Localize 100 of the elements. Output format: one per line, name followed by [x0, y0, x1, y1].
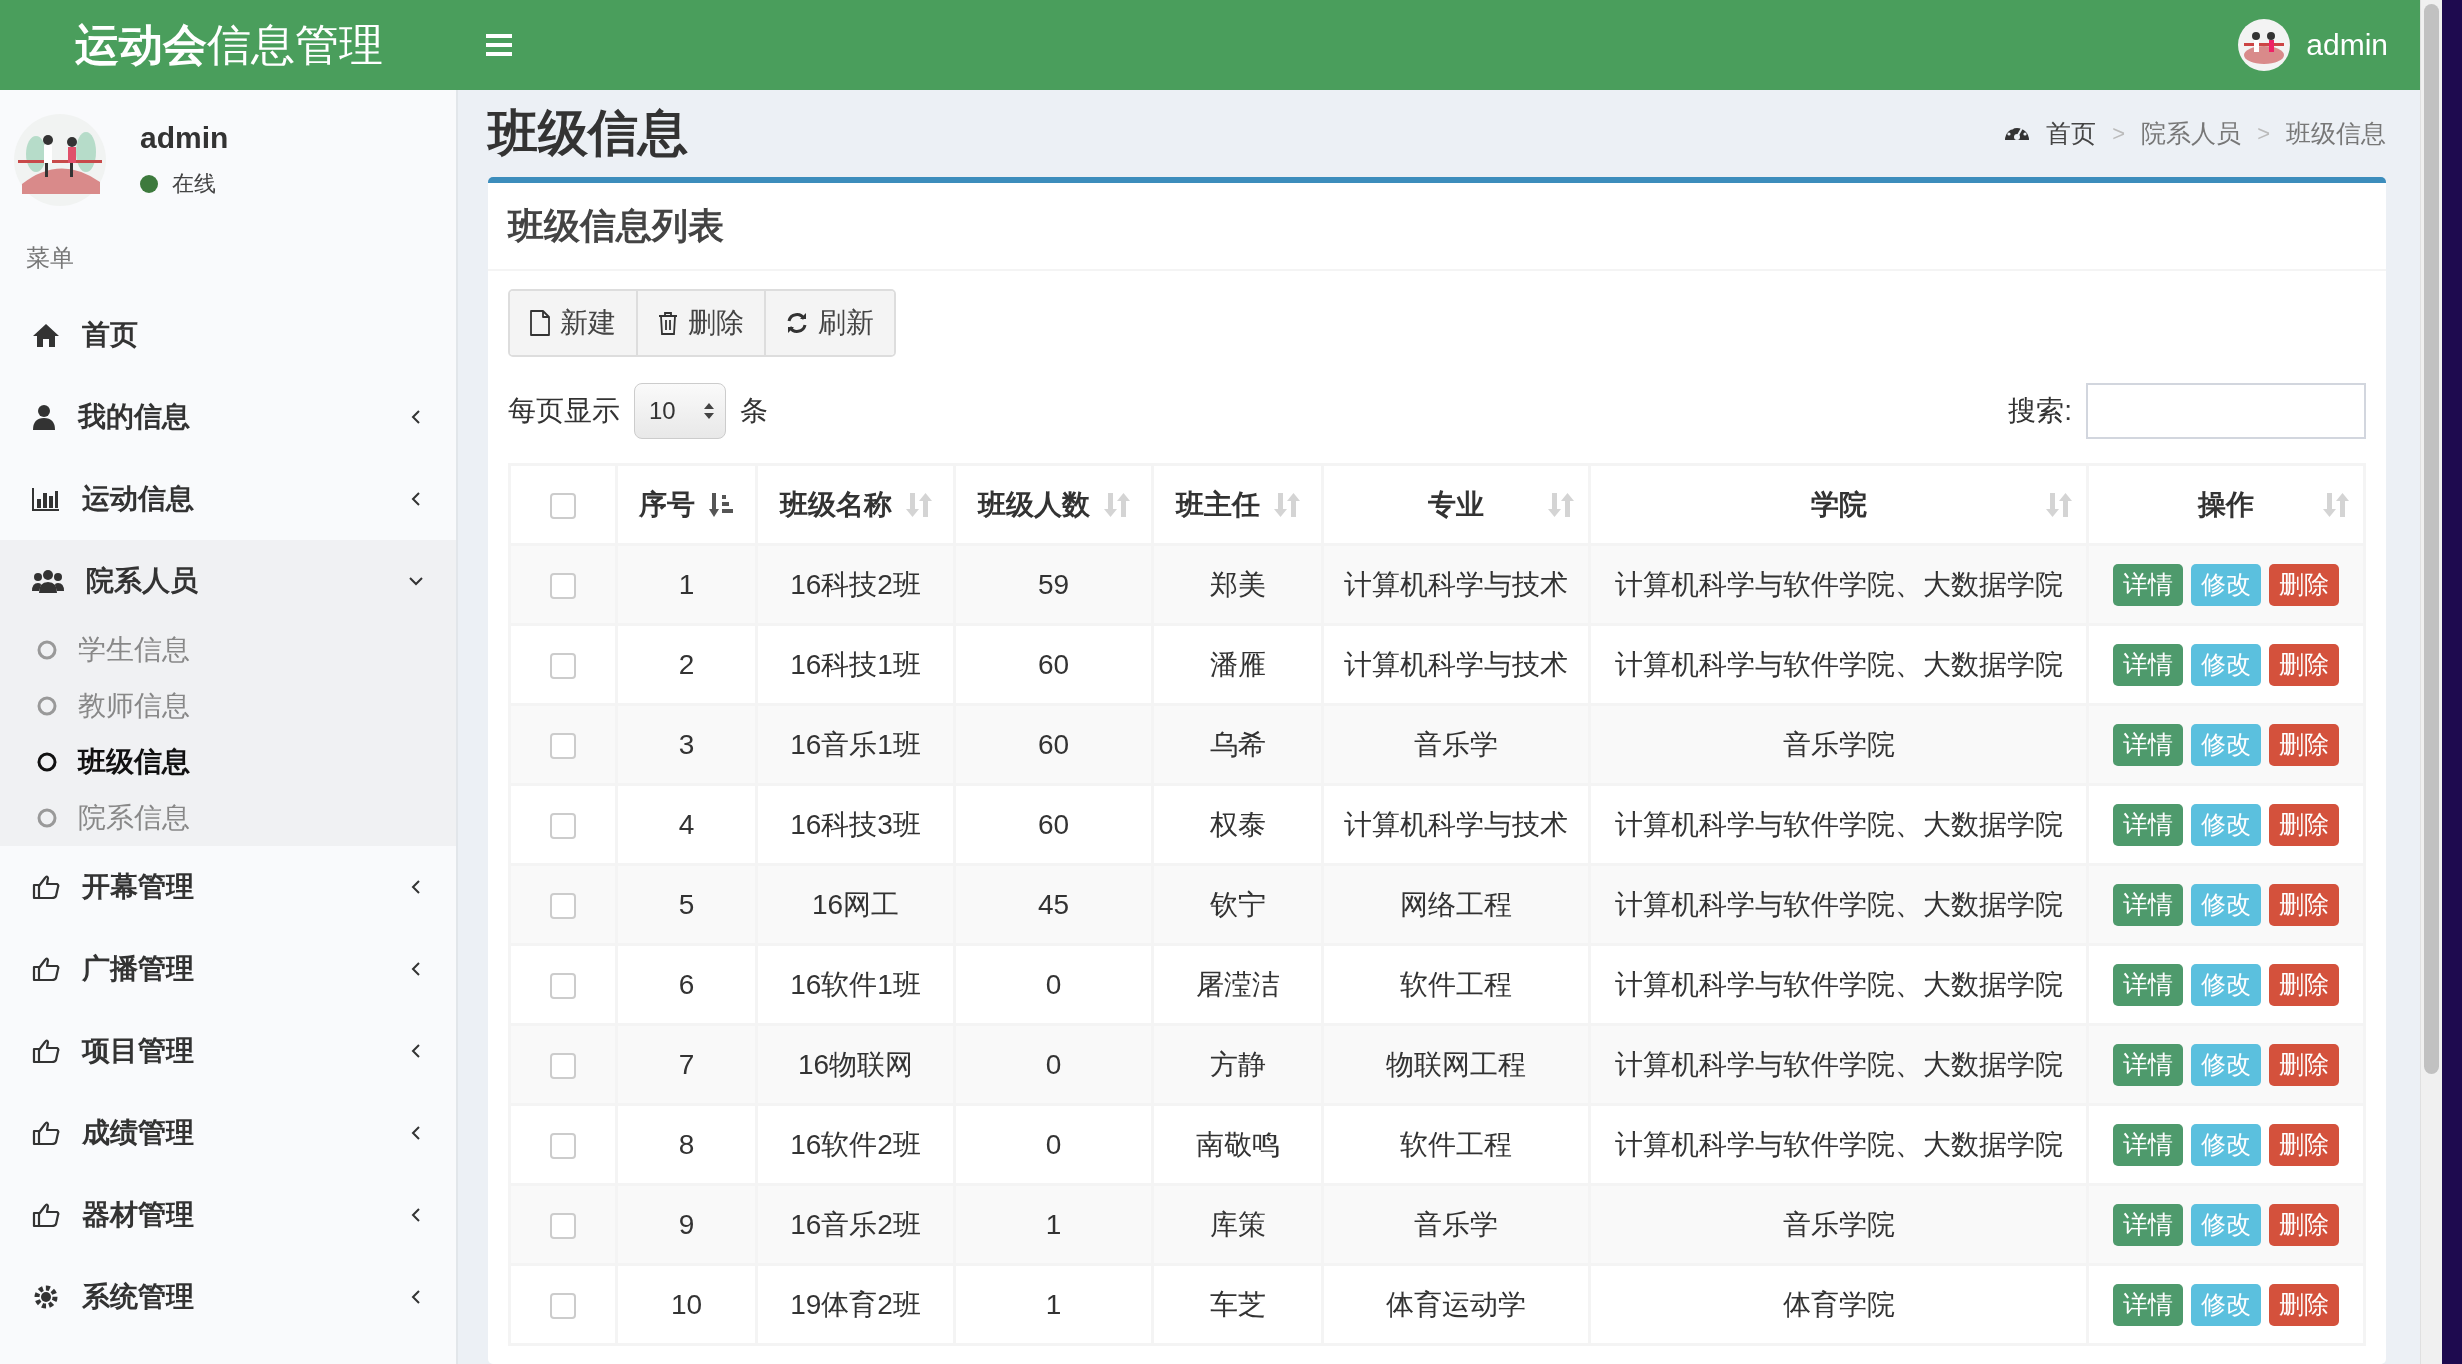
delete-button[interactable]: 删除 [2269, 563, 2339, 606]
page-size-select[interactable]: 10 [634, 383, 726, 439]
search-field[interactable] [2086, 383, 2366, 439]
delete-button[interactable]: 删除 [638, 291, 766, 355]
delete-button[interactable]: 删除 [2269, 803, 2339, 846]
sidebar-item[interactable]: 运动信息 [0, 458, 456, 540]
breadcrumb-item[interactable]: 院系人员 [2141, 117, 2242, 150]
submenu-item[interactable]: 教师信息 [0, 678, 456, 734]
detail-button[interactable]: 详情 [2113, 563, 2183, 606]
row-checkbox[interactable] [550, 653, 576, 680]
delete-button[interactable]: 删除 [2269, 963, 2339, 1006]
teacher-cell: 郑美 [1152, 544, 1323, 625]
edit-button[interactable]: 修改 [2191, 1283, 2261, 1326]
edit-button[interactable]: 修改 [2191, 643, 2261, 686]
refresh-button[interactable]: 刷新 [766, 291, 894, 355]
major-cell: 网络工程 [1322, 864, 1590, 945]
teacher-cell: 库策 [1152, 1184, 1323, 1265]
menu-header: 菜单 [25, 243, 75, 273]
row-checkbox[interactable] [550, 893, 576, 920]
scrollbar-thumb[interactable] [2424, 4, 2439, 1074]
sidebar-item[interactable]: 开幕管理 [0, 846, 456, 928]
college-cell: 计算机科学与软件学院、大数据学院 [1589, 1024, 2088, 1105]
scrollbar[interactable] [2420, 0, 2442, 1364]
breadcrumb-separator: > [2257, 120, 2270, 147]
count-cell: 45 [954, 864, 1153, 945]
row-checkbox[interactable] [550, 1213, 576, 1240]
sidebar-item[interactable]: 首页 [0, 294, 456, 376]
detail-button[interactable]: 详情 [2113, 1123, 2183, 1166]
row-checkbox[interactable] [550, 733, 576, 760]
sidebar-item[interactable]: 器材管理 [0, 1174, 456, 1256]
count-cell: 1 [954, 1184, 1153, 1265]
row-checkbox[interactable] [550, 973, 576, 1000]
row-checkbox[interactable] [550, 1133, 576, 1160]
delete-button[interactable]: 删除 [2269, 1283, 2339, 1326]
edit-button[interactable]: 修改 [2191, 563, 2261, 606]
column-header[interactable]: 学院 [1589, 464, 2088, 545]
circle-icon [36, 751, 58, 773]
edit-button[interactable]: 修改 [2191, 1043, 2261, 1086]
edit-button[interactable]: 修改 [2191, 1123, 2261, 1166]
file-icon [530, 310, 550, 336]
column-header[interactable]: 班主任 [1152, 464, 1323, 545]
edit-button[interactable]: 修改 [2191, 803, 2261, 846]
thumbs-up-icon [32, 1202, 60, 1228]
column-header[interactable]: 序号 [616, 464, 757, 545]
count-cell: 0 [954, 1024, 1153, 1105]
class-name-cell: 16音乐1班 [756, 704, 955, 785]
sidebar-item[interactable]: 我的信息 [0, 376, 456, 458]
edit-button[interactable]: 修改 [2191, 1203, 2261, 1246]
status-text: 在线 [172, 170, 216, 198]
detail-button[interactable]: 详情 [2113, 643, 2183, 686]
delete-button[interactable]: 删除 [2269, 1123, 2339, 1166]
app-title: 运动会信息管理 [75, 18, 383, 71]
detail-button[interactable]: 详情 [2113, 803, 2183, 846]
sidebar-item[interactable]: 成绩管理 [0, 1092, 456, 1174]
submenu-item[interactable]: 学生信息 [0, 622, 456, 678]
count-cell: 1 [954, 1264, 1153, 1345]
edit-button[interactable]: 修改 [2191, 723, 2261, 766]
bar-chart-icon [32, 487, 60, 511]
sidebar-item[interactable]: 项目管理 [0, 1010, 456, 1092]
thumbs-up-icon [32, 1038, 60, 1064]
sidebar-item[interactable]: 院系人员 [0, 540, 456, 622]
delete-button[interactable]: 删除 [2269, 1203, 2339, 1246]
detail-button[interactable]: 详情 [2113, 1043, 2183, 1086]
detail-button[interactable]: 详情 [2113, 723, 2183, 766]
detail-button[interactable]: 详情 [2113, 1203, 2183, 1246]
submenu-item[interactable]: 班级信息 [0, 734, 456, 790]
major-cell: 体育运动学 [1322, 1264, 1590, 1345]
circle-icon [36, 807, 58, 829]
menu-icon[interactable] [486, 34, 512, 56]
detail-button[interactable]: 详情 [2113, 1283, 2183, 1326]
breadcrumb-link[interactable]: 首页 [2046, 117, 2097, 150]
row-checkbox[interactable] [550, 573, 576, 600]
sidebar-item[interactable]: 系统管理 [0, 1256, 456, 1338]
select-all-checkbox[interactable] [550, 493, 576, 520]
college-cell: 音乐学院 [1589, 1184, 2088, 1265]
index-cell: 5 [616, 864, 757, 945]
delete-button[interactable]: 删除 [2269, 883, 2339, 926]
edit-button[interactable]: 修改 [2191, 883, 2261, 926]
new-button[interactable]: 新建 [510, 291, 638, 355]
college-cell: 音乐学院 [1589, 704, 2088, 785]
panel-title: 班级信息列表 [508, 203, 724, 248]
delete-button[interactable]: 删除 [2269, 643, 2339, 686]
major-cell: 音乐学 [1322, 1184, 1590, 1265]
index-cell: 7 [616, 1024, 757, 1105]
college-cell: 计算机科学与软件学院、大数据学院 [1589, 864, 2088, 945]
row-checkbox[interactable] [550, 1053, 576, 1080]
breadcrumb-item[interactable]: 班级信息 [2286, 117, 2386, 150]
user-name[interactable]: admin [2306, 28, 2388, 62]
delete-button[interactable]: 删除 [2269, 723, 2339, 766]
delete-button[interactable]: 删除 [2269, 1043, 2339, 1086]
circle-icon [36, 639, 58, 661]
teacher-cell: 钦宁 [1152, 864, 1323, 945]
row-checkbox[interactable] [550, 813, 576, 840]
page-size-label: 每页显示 [508, 394, 620, 428]
row-checkbox[interactable] [550, 1293, 576, 1320]
sidebar-item[interactable]: 广播管理 [0, 928, 456, 1010]
detail-button[interactable]: 详情 [2113, 963, 2183, 1006]
edit-button[interactable]: 修改 [2191, 963, 2261, 1006]
detail-button[interactable]: 详情 [2113, 883, 2183, 926]
submenu-item[interactable]: 院系信息 [0, 790, 456, 846]
